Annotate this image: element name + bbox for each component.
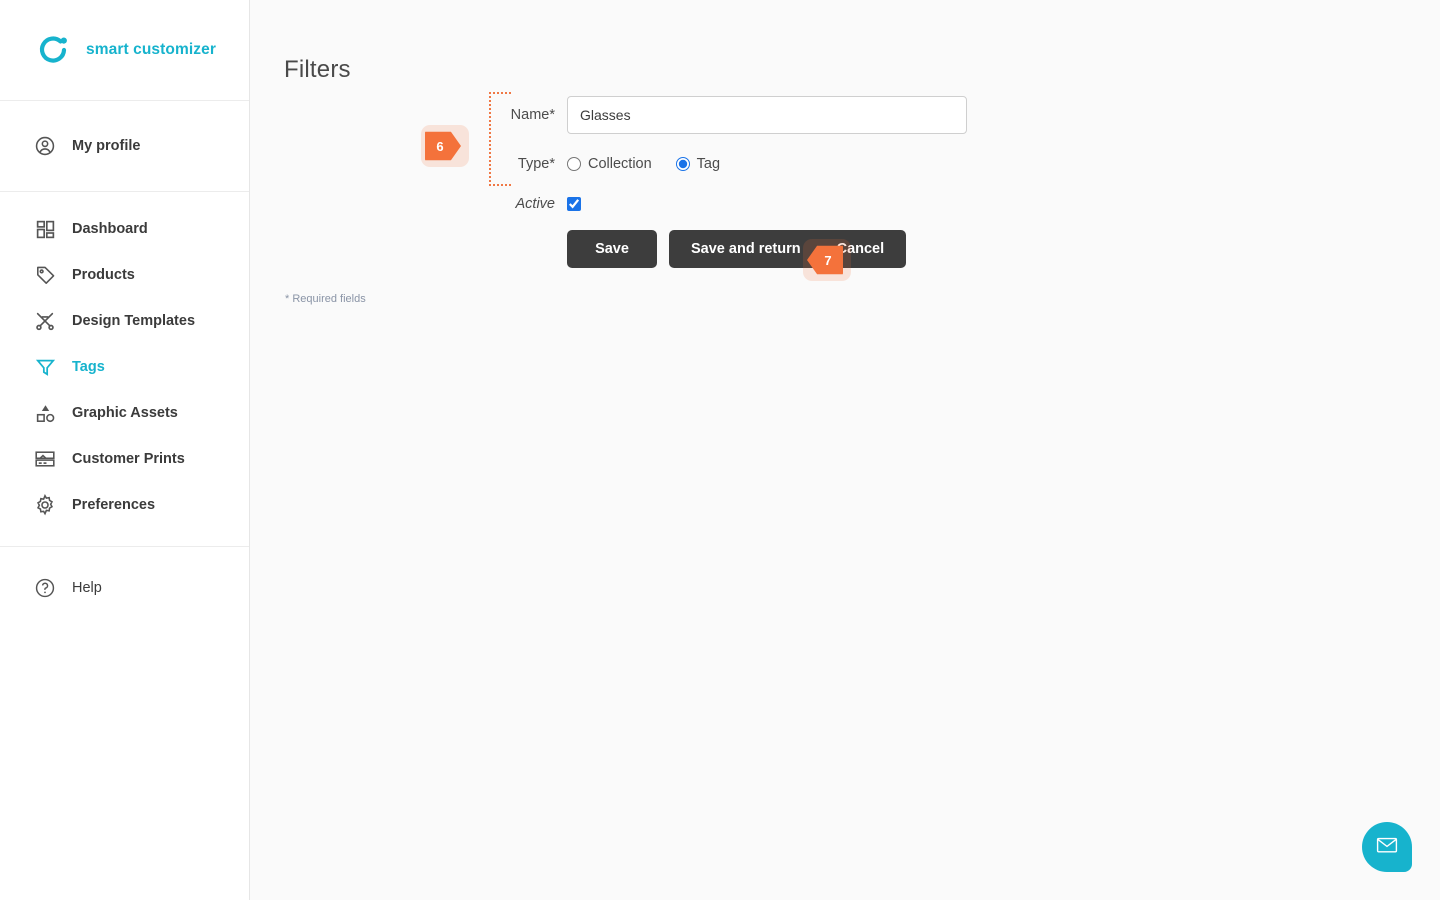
sidebar-item-my-profile[interactable]: My profile (0, 123, 249, 169)
type-field-row: Type* Collection Tag (489, 142, 1189, 186)
sidebar-item-label: Graphic Assets (72, 405, 178, 421)
design-templates-icon (32, 308, 58, 334)
active-field-row: Active (489, 186, 1189, 222)
sidebar-item-label: My profile (72, 138, 141, 154)
type-option-label: Collection (588, 156, 652, 172)
app-root: smart customizer My profile Dashboard Pr… (0, 0, 1440, 900)
sidebar-item-label: Tags (72, 359, 105, 375)
question-circle-icon (32, 575, 58, 601)
brand-name: smart customizer (86, 41, 216, 58)
type-radio-collection[interactable] (567, 157, 581, 171)
sidebar-item-label: Help (72, 580, 102, 596)
sidebar-item-design-templates[interactable]: Design Templates (0, 298, 249, 344)
type-option-collection[interactable]: Collection (567, 156, 652, 172)
sidebar-item-customer-prints[interactable]: Customer Prints (0, 436, 249, 482)
type-label: Type* (517, 156, 555, 172)
main-content: Filters Name* Type* Collection Tag (250, 0, 1440, 900)
sidebar-item-dashboard[interactable]: Dashboard (0, 206, 249, 252)
sidebar-group-help: Help (0, 547, 249, 611)
type-option-label: Tag (696, 156, 721, 172)
sidebar-item-tags[interactable]: Tags (0, 344, 249, 390)
sidebar-group-profile: My profile (0, 101, 249, 192)
sidebar-item-label: Design Templates (72, 313, 196, 329)
active-checkbox[interactable] (567, 197, 581, 211)
type-radio-group: Collection Tag (567, 156, 744, 172)
sidebar-item-preferences[interactable]: Preferences (0, 482, 249, 528)
sidebar-item-help[interactable]: Help (0, 565, 249, 611)
envelope-icon (1375, 833, 1399, 862)
dashboard-grid-icon (32, 216, 58, 242)
type-radio-tag[interactable] (675, 157, 690, 171)
name-field-row: Name* (489, 92, 1189, 138)
page-title: Filters (284, 56, 351, 84)
shapes-icon (32, 400, 58, 426)
name-input[interactable] (567, 96, 967, 134)
name-label: Name* (510, 107, 555, 123)
sidebar-item-label: Preferences (72, 497, 156, 513)
filter-funnel-icon (32, 354, 58, 380)
sidebar-item-products[interactable]: Products (0, 252, 249, 298)
chat-support-button[interactable] (1362, 822, 1412, 872)
type-option-tag[interactable]: Tag (675, 156, 721, 172)
brand-header[interactable]: smart customizer (0, 0, 249, 101)
required-fields-note: * Required fields (285, 293, 366, 305)
gear-icon (32, 492, 58, 518)
sidebar-group-main: Dashboard Products Design Templates Tags… (0, 192, 249, 547)
sidebar-item-label: Products (72, 267, 135, 283)
printer-panels-icon (32, 446, 58, 472)
circle-dot-logo-icon (36, 32, 72, 68)
tag-icon (32, 262, 58, 288)
user-circle-icon (32, 133, 58, 159)
save-and-return-button[interactable]: Save and return (669, 230, 819, 268)
active-label: Active (515, 196, 556, 212)
sidebar: smart customizer My profile Dashboard Pr… (0, 0, 250, 900)
sidebar-item-graphic-assets[interactable]: Graphic Assets (0, 390, 249, 436)
sidebar-item-label: Customer Prints (72, 451, 185, 467)
sidebar-item-label: Dashboard (72, 221, 148, 237)
save-button[interactable]: Save (567, 230, 657, 268)
